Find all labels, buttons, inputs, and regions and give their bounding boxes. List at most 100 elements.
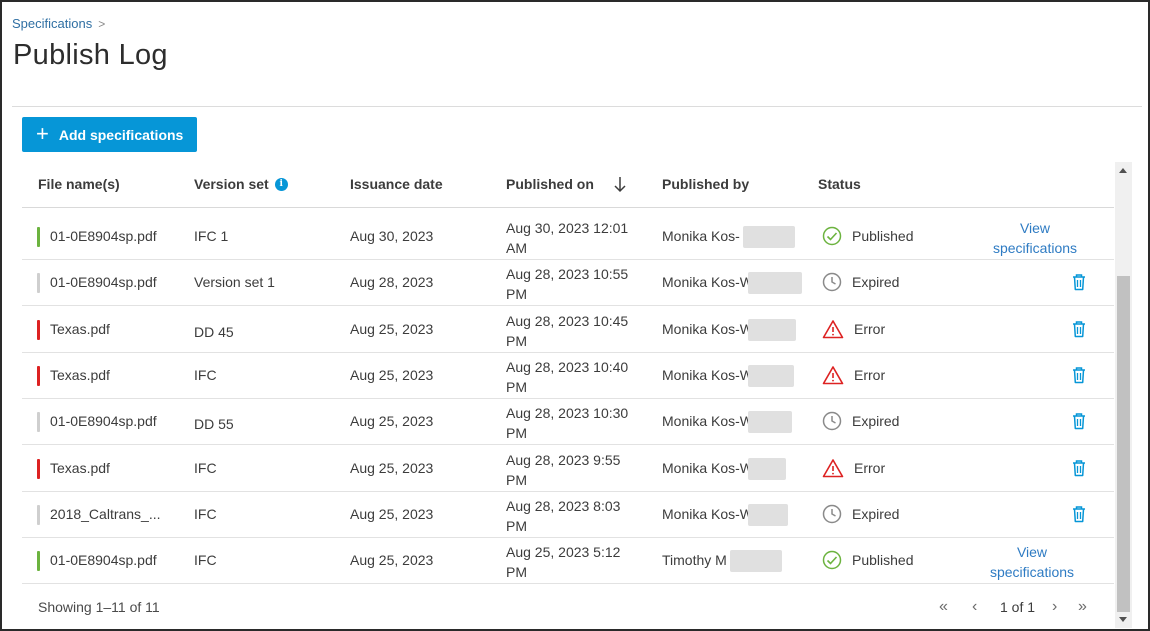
published-on-date: Aug 28, 2023 10:40: [506, 358, 629, 375]
version-set: IFC: [194, 459, 217, 476]
published-on: Aug 28, 2023 10:30 PM: [506, 403, 628, 443]
published-on-meridiem: PM: [506, 517, 527, 534]
previous-page-icon[interactable]: ‹: [972, 598, 977, 616]
delete-trash-icon[interactable]: [1070, 319, 1088, 344]
error-status-icon: [822, 319, 844, 339]
redacted-name: [748, 503, 788, 526]
status-cell: Published: [822, 550, 914, 570]
expired-status-icon: [822, 272, 842, 292]
published-on-date: Aug 28, 2023 8:03: [506, 497, 621, 514]
view-link-line1: View: [1016, 544, 1048, 561]
table-row[interactable]: Texas.pdf IFC Aug 25, 2023 Aug 28, 2023 10:…: [22, 353, 1114, 399]
page-title: Publish Log: [13, 39, 168, 71]
table-row[interactable]: 01-0E8904sp.pdf DD 55 Aug 25, 2023 Aug 28, …: [22, 399, 1114, 446]
file-name[interactable]: Texas.pdf: [50, 367, 110, 383]
table-row[interactable]: Texas.pdf IFC Aug 25, 2023 Aug 28, 2023 9:5…: [22, 446, 1114, 492]
table-row[interactable]: 01-0E8904sp.pdf IFC 1 Aug 30, 2023 Aug 30, …: [22, 214, 1114, 260]
delete-trash-icon[interactable]: [1070, 504, 1088, 529]
redacted-name: [748, 411, 792, 434]
status-label: Error: [854, 320, 886, 337]
version-set: DD 45: [194, 323, 234, 340]
redacted-name: [748, 318, 796, 341]
published-on-date: Aug 28, 2023 10:30: [506, 405, 629, 422]
issuance-date: Aug 25, 2023: [350, 552, 434, 569]
column-header-published-on[interactable]: Published on: [506, 176, 594, 192]
published-on-meridiem: PM: [506, 378, 527, 395]
version-set: IFC: [194, 366, 217, 383]
table-row[interactable]: Texas.pdf DD 45 Aug 25, 2023 Aug 28, 2023 1…: [22, 307, 1114, 353]
table-row[interactable]: 01-0E8904sp.pdf Version set 1 Aug 28, 2023…: [22, 260, 1114, 307]
table-row[interactable]: 2018_Caltrans_... IFC Aug 25, 2023 Aug 28, …: [22, 492, 1114, 538]
column-header-issuance-date[interactable]: Issuance date: [350, 176, 443, 192]
publish-log-table: File name(s) Version set i Issuance date…: [22, 162, 1114, 628]
issuance-date: Aug 25, 2023: [350, 505, 434, 522]
file-name[interactable]: 01-0E8904sp.pdf: [50, 413, 157, 429]
view-link-line1: View: [1019, 220, 1051, 236]
delete-trash-icon[interactable]: [1070, 272, 1088, 297]
delete-trash-icon[interactable]: [1070, 365, 1088, 390]
file-name[interactable]: 01-0E8904sp.pdf: [50, 552, 157, 568]
table-scrollbar[interactable]: [1115, 162, 1132, 628]
column-header-file-names[interactable]: File name(s): [38, 176, 120, 192]
published-status-icon: [822, 226, 842, 246]
status-cell: Error: [822, 458, 885, 478]
issuance-date: Aug 25, 2023: [350, 366, 434, 383]
published-on: Aug 30, 2023 12:01 AM: [506, 218, 628, 258]
scroll-down-arrow-icon[interactable]: [1119, 617, 1127, 622]
published-on-date: Aug 28, 2023 9:55: [506, 451, 621, 468]
last-page-icon[interactable]: »: [1078, 598, 1087, 616]
status-cell: Expired: [822, 504, 899, 524]
delete-trash-icon[interactable]: [1070, 411, 1088, 436]
version-set: IFC 1: [194, 228, 229, 244]
published-on: Aug 28, 2023 10:55 PM: [506, 264, 628, 304]
status-cell: Expired: [822, 411, 899, 431]
file-name[interactable]: 01-0E8904sp.pdf: [50, 228, 157, 244]
view-link-line2: specifications: [992, 240, 1078, 256]
published-on-meridiem: PM: [506, 332, 527, 349]
issuance-date: Aug 28, 2023: [350, 274, 434, 291]
status-label: Error: [854, 459, 886, 476]
published-by: Monika Kos-W: [662, 459, 754, 476]
version-set: DD 55: [194, 416, 234, 433]
file-name[interactable]: 01-0E8904sp.pdf: [50, 274, 157, 290]
scrollbar-thumb[interactable]: [1117, 276, 1130, 612]
redacted-name: [748, 457, 786, 480]
column-header-published-by[interactable]: Published by: [662, 176, 749, 192]
published-on-meridiem: PM: [506, 564, 527, 581]
sort-descending-icon[interactable]: [612, 174, 628, 194]
issuance-date: Aug 25, 2023: [350, 413, 434, 430]
published-on-meridiem: PM: [506, 425, 527, 442]
published-by: Monika Kos-W: [662, 413, 754, 430]
status-indicator-bar: [37, 319, 40, 340]
file-name[interactable]: Texas.pdf: [50, 460, 110, 476]
info-icon[interactable]: i: [274, 177, 288, 191]
add-specifications-label: Add specifications: [58, 126, 184, 143]
delete-trash-icon[interactable]: [1070, 458, 1088, 483]
status-indicator-bar: [37, 504, 40, 525]
status-cell: Expired: [822, 272, 899, 292]
add-specifications-button[interactable]: + Add specifications: [22, 117, 197, 152]
next-page-icon[interactable]: ›: [1052, 598, 1057, 616]
file-name[interactable]: Texas.pdf: [50, 321, 110, 337]
version-set: IFC: [194, 505, 217, 522]
file-name[interactable]: 2018_Caltrans_...: [50, 506, 161, 522]
column-header-version-set[interactable]: Version set i: [194, 176, 288, 192]
column-header-status[interactable]: Status: [818, 176, 861, 192]
first-page-icon[interactable]: «: [939, 598, 948, 616]
status-label: Published: [852, 552, 914, 569]
status-label: Expired: [852, 413, 900, 430]
status-label: Expired: [852, 274, 900, 291]
status-label: Error: [854, 366, 886, 383]
redacted-name: [748, 364, 794, 387]
showing-count: Showing 1–11 of 11: [38, 599, 160, 615]
redacted-name: [730, 550, 782, 573]
expired-status-icon: [822, 411, 842, 431]
breadcrumb-specifications-link[interactable]: Specifications: [12, 16, 92, 31]
scroll-up-arrow-icon[interactable]: [1119, 168, 1127, 173]
published-on-meridiem: PM: [506, 286, 527, 303]
published-on-date: Aug 30, 2023 12:01: [506, 220, 629, 236]
view-specifications-link[interactable]: View specifications: [977, 542, 1087, 582]
table-row[interactable]: 01-0E8904sp.pdf IFC Aug 25, 2023 Aug 25, 20…: [22, 538, 1114, 585]
view-specifications-link[interactable]: View specifications: [980, 218, 1090, 258]
status-indicator-bar: [37, 227, 40, 247]
